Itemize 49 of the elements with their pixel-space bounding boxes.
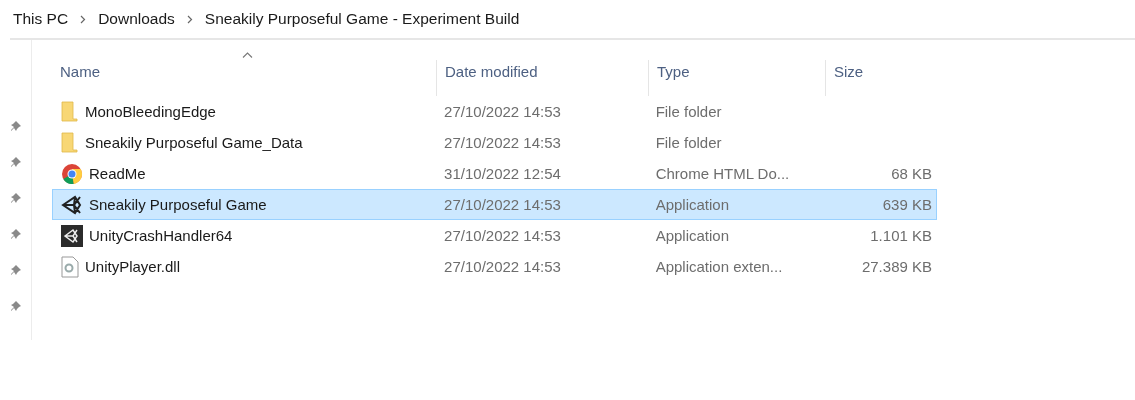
browser-icon [61,162,83,185]
size-cell: 68 KB [891,165,932,182]
breadcrumb-item[interactable]: Sneakily Purposeful Game - Experiment Build [204,10,520,28]
cube-logo-icon [61,224,83,247]
file-row[interactable]: ReadMe 31/10/2022 12:54 Chrome HTML Do... 68 KB [52,158,937,189]
date-cell-text: 27/10/2022 14:53 [443,227,562,244]
column-header[interactable]: Name [52,60,436,96]
file-name: UnityPlayer.dll [85,258,181,275]
type-cell-text: File folder [654,134,723,151]
file-name: ReadMe [89,165,146,182]
folder-icon [61,101,79,122]
file-name: MonoBleedingEdge [85,103,216,120]
date-cell-text: 27/10/2022 14:53 [443,103,562,120]
pin-icon[interactable] [9,120,22,132]
column-header[interactable]: Size [825,60,937,96]
pin-icon[interactable] [9,192,22,204]
file-row[interactable]: Sneakily Purposeful Game_Data 27/10/2022 14:53 File folder [52,127,937,158]
file-name: UnityCrashHandler64 [89,227,233,244]
column-header[interactable]: Type [648,60,825,96]
date-cell-text: 27/10/2022 14:53 [443,258,562,275]
date-cell-text: 27/10/2022 14:53 [443,134,562,151]
file-row[interactable]: UnityPlayer.dll 27/10/2022 14:53 Application exten... 27.389 KB [52,251,937,282]
pin-icon[interactable] [9,264,22,276]
type-cell-text: Application exten... [654,258,784,275]
type-cell-text: Application [654,227,730,244]
cube-logo-icon [61,194,83,215]
size-cell: 27.389 KB [861,258,932,275]
chevron-icon [80,14,87,24]
pin-icon[interactable] [9,300,22,312]
pin-icon[interactable] [9,156,22,168]
date-cell-text: 27/10/2022 14:53 [443,196,562,213]
file-row[interactable]: MonoBleedingEdge 27/10/2022 14:53 File folder [52,96,937,127]
file-row[interactable]: Sneakily Purposeful Game 27/10/2022 14:53 Application 639 KB [52,189,937,220]
pin-icon[interactable] [9,228,22,240]
settings-file-icon [61,255,79,278]
breadcrumb-item[interactable]: Downloads [98,10,175,28]
date-cell-text: 31/10/2022 12:54 [443,165,562,182]
column-header[interactable]: Date modified [436,60,648,96]
file-name: Sneakily Purposeful Game [89,196,267,213]
breadcrumb-item[interactable]: This PC [13,10,69,28]
size-cell: 639 KB [882,196,932,213]
size-cell: 1.101 KB [870,227,932,244]
file-name: Sneakily Purposeful Game_Data [85,134,303,151]
type-cell-text: Chrome HTML Do... [654,165,791,182]
type-cell-text: Application [654,196,730,213]
folder-icon [61,132,79,153]
chevron-icon [186,14,193,24]
type-cell-text: File folder [654,103,723,120]
file-row[interactable]: UnityCrashHandler64 27/10/2022 14:53 Application 1.101 KB [52,220,937,251]
